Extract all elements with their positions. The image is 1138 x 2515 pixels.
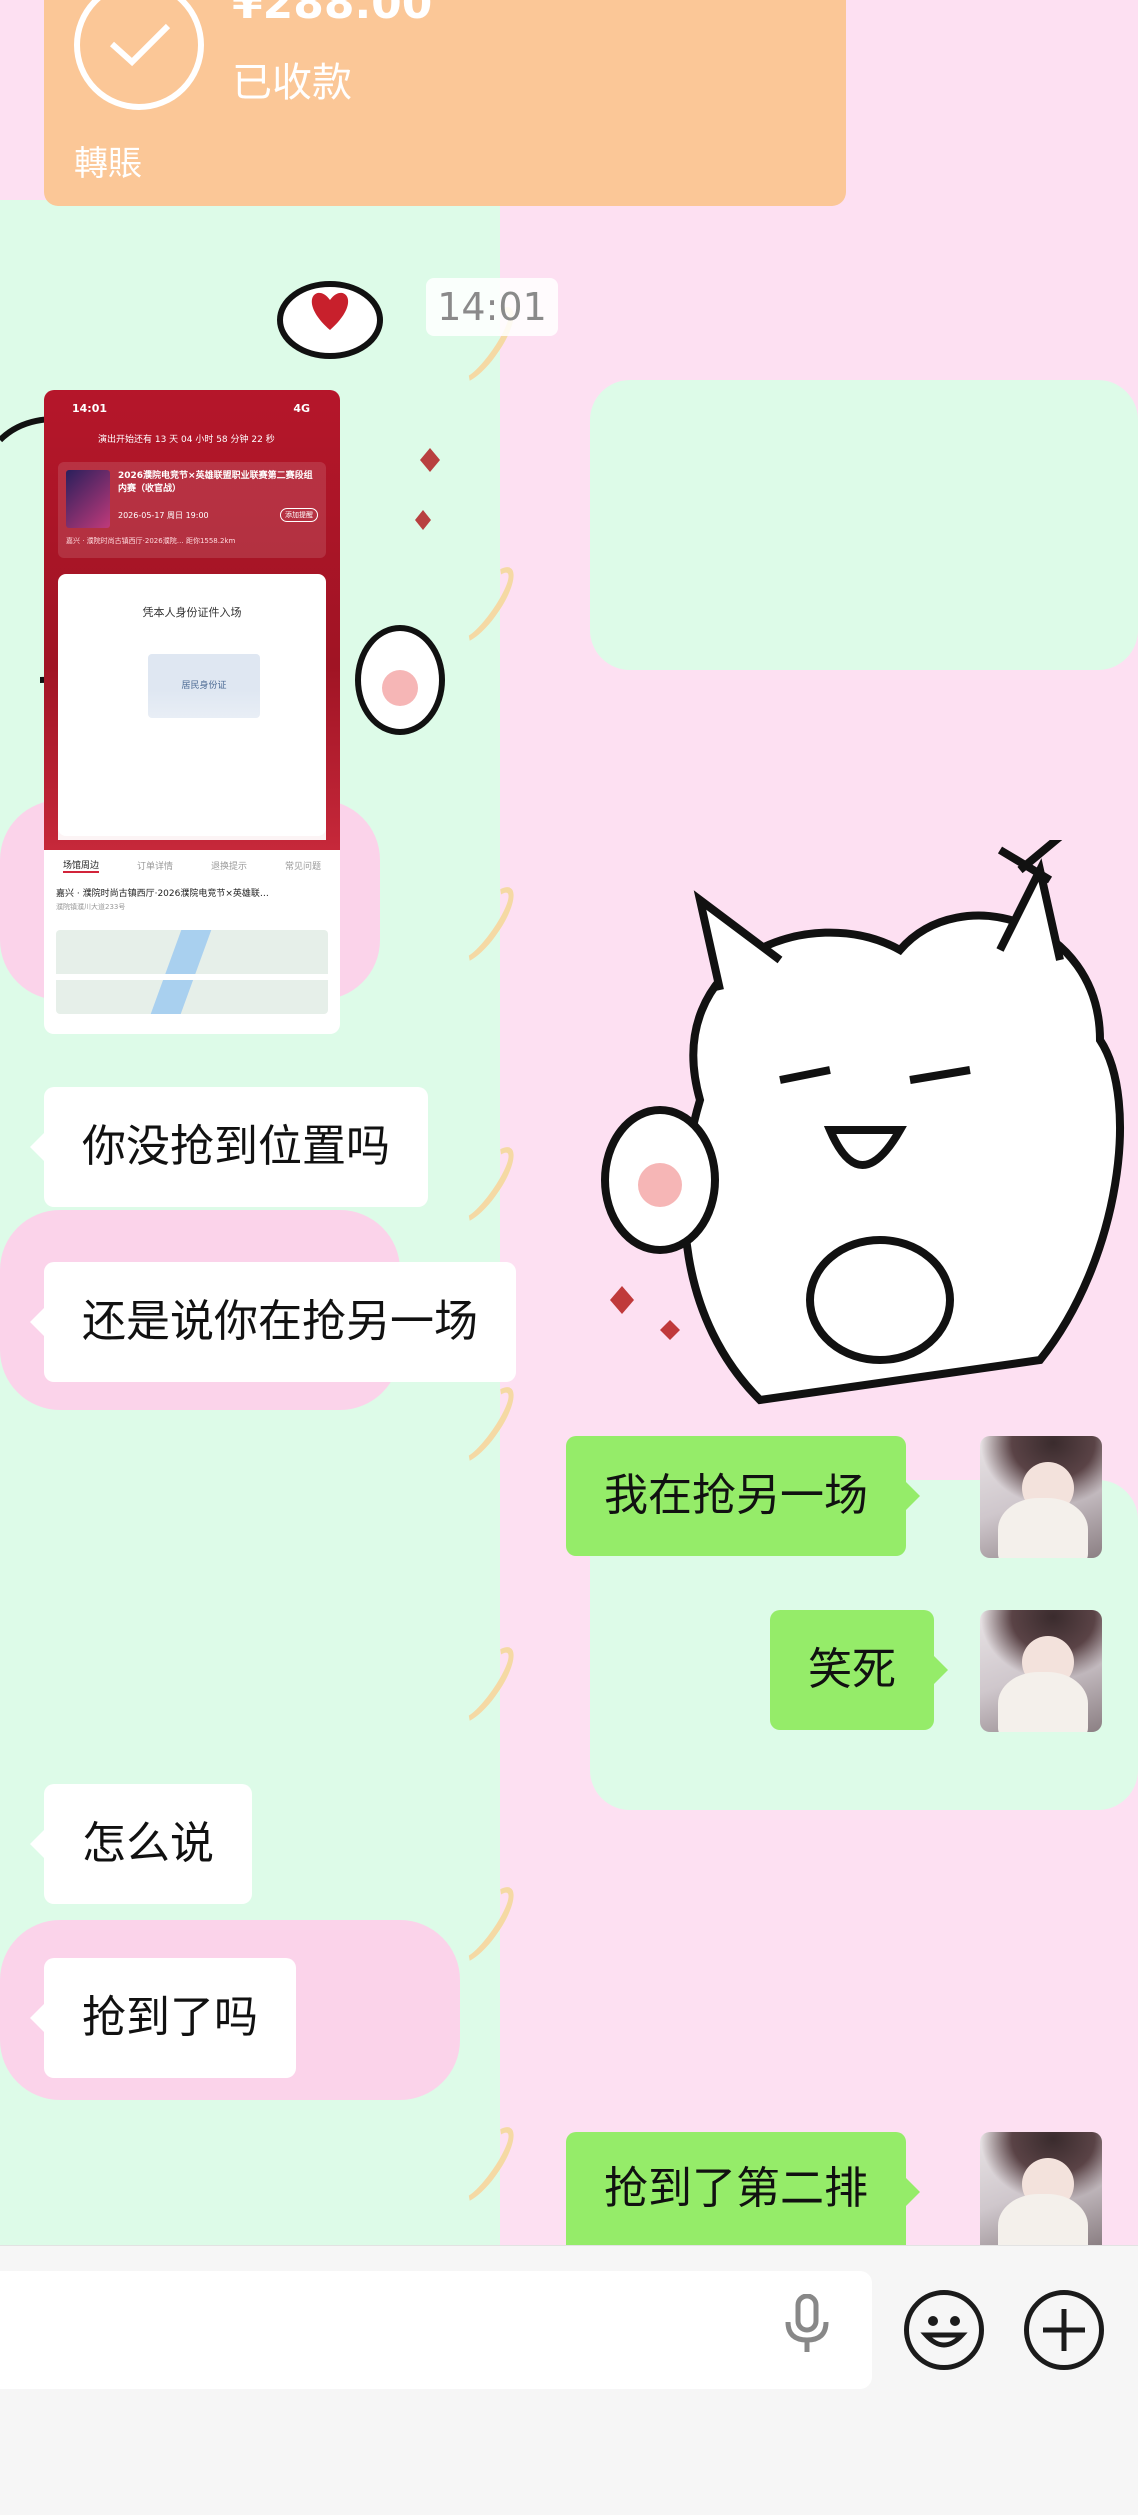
message-bubble-received[interactable]: 抢到了吗 (30, 1958, 296, 2078)
image-tab: 订单详情 (136, 861, 173, 872)
image-status-bar: 14:01 4G (44, 402, 340, 415)
message-bubble-sent[interactable]: 笑死 (770, 1610, 948, 1730)
message-bubble-received[interactable]: 怎么说 (30, 1784, 252, 1904)
microphone-icon[interactable] (782, 2293, 832, 2358)
plus-icon[interactable] (1024, 2290, 1104, 2370)
message-timestamp: 14:01 (426, 278, 558, 336)
image-status-time: 14:01 (72, 402, 108, 415)
event-poster (66, 470, 110, 528)
transfer-status: 已收款 (232, 60, 352, 106)
ticket-hint: 凭本人身份证件入场 (142, 606, 242, 619)
message-input[interactable] (0, 2271, 872, 2389)
transfer-amount: ¥288.00 (232, 0, 433, 29)
venue-address-detail: 濮院镇濮川大道233号 (56, 903, 126, 911)
my-avatar[interactable] (980, 1610, 1102, 1732)
message-bubble-sent[interactable]: 抢到了第二排 (566, 2132, 920, 2245)
emoji-icon[interactable] (904, 2290, 984, 2370)
message-bubble-received[interactable]: 还是说你在抢另一场 (30, 1262, 516, 1382)
venue-address: 嘉兴 · 濮院时尚古镇西厅·2026濮院电竞节×英雄联… (56, 889, 269, 899)
image-tab: 场馆周边 (62, 858, 99, 873)
check-circle-icon (74, 0, 204, 110)
my-avatar[interactable] (980, 2132, 1102, 2245)
event-card: 2026濮院电竞节×英雄联盟职业联赛第二赛段组内赛（收官战） 2026-05-1… (58, 462, 326, 558)
blurred-area (58, 690, 326, 840)
transfer-card[interactable]: ¥288.00 已收款 轉賬 (44, 0, 846, 206)
image-network: 4G (293, 402, 310, 415)
event-venue: 嘉兴 · 濮院时尚古镇西厅·2026濮院… 距你1558.2km (66, 537, 236, 545)
add-reminder: 添加提醒 (280, 508, 318, 522)
message-bubble-received[interactable]: 你没抢到位置吗 (30, 1087, 428, 1207)
my-avatar[interactable] (980, 1436, 1102, 1558)
venue-map (56, 930, 328, 1014)
image-tab: 常见问题 (284, 861, 321, 872)
chat-input-bar (0, 2245, 1138, 2515)
image-tab: 退换提示 (210, 861, 247, 872)
event-title: 2026濮院电竞节×英雄联盟职业联赛第二赛段组内赛（收官战） (118, 471, 313, 494)
event-countdown: 演出开始还有 13 天 04 小时 58 分钟 22 秒 (98, 435, 275, 445)
message-bubble-sent[interactable]: 我在抢另一场 (566, 1436, 920, 1556)
image-tabs: 场馆周边 订单详情 退换提示 常见问题 (44, 850, 340, 880)
transfer-label: 轉賬 (74, 144, 142, 184)
event-date: 2026-05-17 周日 19:00 (118, 511, 209, 520)
shared-image-message[interactable]: 14:01 4G 演出开始还有 13 天 04 小时 58 分钟 22 秒 20… (44, 390, 340, 1034)
